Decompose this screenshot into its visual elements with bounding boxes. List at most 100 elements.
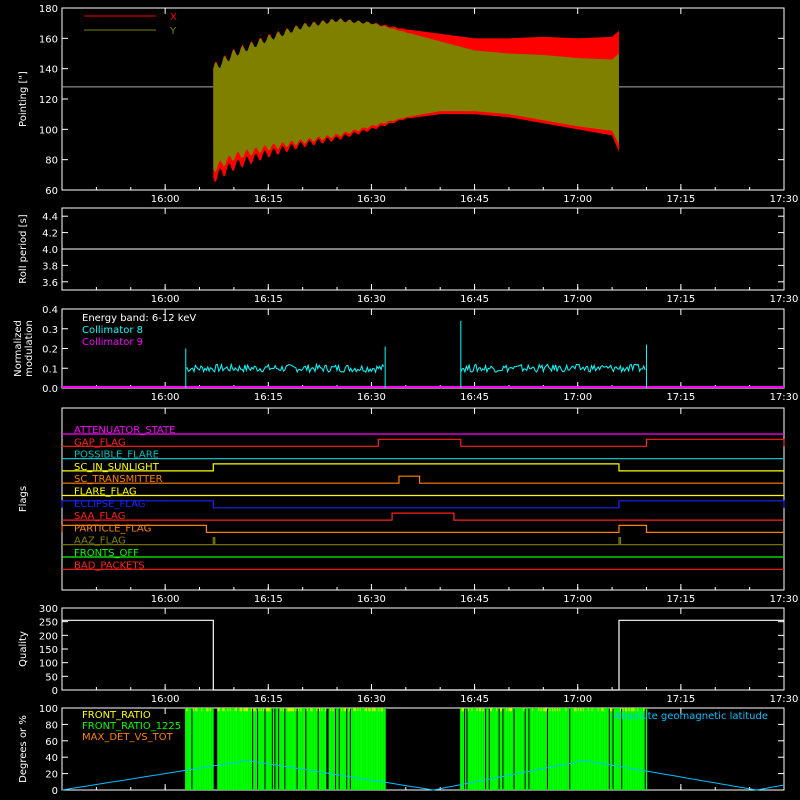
flag-label: PARTICLE_FLAG — [74, 523, 151, 534]
y-tick-label: 300 — [39, 604, 58, 615]
x-tick-label: 16:30 — [357, 694, 386, 705]
flag-label: POSSIBLE_FLARE — [74, 450, 159, 461]
y-axis-label: Roll period [s] — [18, 214, 29, 283]
y-tick-label: 60 — [45, 186, 58, 197]
flag-trace — [61, 524, 784, 534]
y-tick-label: 140 — [39, 65, 58, 76]
flag-trace — [62, 512, 784, 521]
flag-trace — [62, 438, 785, 447]
y-tick-label: 160 — [39, 34, 58, 45]
flag-label: SAA_FLAG — [74, 511, 125, 522]
x-tick-label: 16:15 — [254, 694, 283, 705]
legend-label: X — [170, 12, 177, 23]
flag-label: ATTENUATOR_STATE — [74, 425, 175, 436]
y-tick-label: 0.4 — [42, 305, 58, 316]
x-tick-label: 16:30 — [357, 392, 386, 403]
x-tick-label: 16:45 — [460, 194, 489, 205]
collimator-8-line — [185, 362, 385, 374]
x-tick-label: 16:00 — [151, 594, 180, 605]
x-tick-label: 17:15 — [666, 392, 695, 403]
x-tick-label: 16:00 — [151, 194, 180, 205]
flag-trace — [62, 475, 784, 484]
x-tick-label: 16:15 — [254, 392, 283, 403]
x-tick-label: 17:15 — [666, 194, 695, 205]
y-tick-label: 250 — [39, 618, 58, 629]
x-tick-label: 17:15 — [666, 294, 695, 305]
y-tick-label: 200 — [39, 631, 58, 642]
y-axis-label: modulation — [24, 320, 35, 377]
y-tick-label: 180 — [39, 4, 58, 15]
flag-label: SC_TRANSMITTER — [74, 474, 163, 485]
y-tick-label: 0.3 — [42, 325, 58, 336]
flag-label: BAD_PACKETS — [74, 560, 145, 571]
collimator-8-line — [460, 363, 646, 374]
flag-label: SC_IN_SUNLIGHT — [74, 462, 160, 473]
multi-panel-chart: 16:00 16:15 16:30 16:45 17:00 17:15 17:30 60 80 1… — [13, 4, 799, 797]
y-axis-label: Pointing ["] — [18, 71, 29, 127]
x-tick-label: 17:15 — [666, 594, 695, 605]
quality-line — [62, 619, 784, 691]
y-tick-label: 80 — [45, 720, 58, 731]
legend-label: FRONT_RATIO — [82, 710, 151, 721]
x-tick-label: 16:45 — [460, 694, 489, 705]
x-tick-label: 16:00 — [151, 392, 180, 403]
y-tick-label: 100 — [39, 659, 58, 670]
legend-label: MAX_DET_VS_TOT — [82, 732, 174, 743]
x-tick-label: 17:30 — [770, 294, 799, 305]
x-tick-label: 16:30 — [357, 194, 386, 205]
flag-label: FLARE_FLAG — [74, 487, 137, 498]
x-tick-label: 16:00 — [151, 294, 180, 305]
y-tick-label: 80 — [45, 156, 58, 167]
y-tick-label: 3.6 — [42, 278, 58, 289]
y-tick-label: 0 — [52, 686, 58, 697]
geomagnetic-latitude-line — [61, 759, 785, 791]
x-tick-label: 17:00 — [563, 392, 592, 403]
y-tick-label: 0 — [52, 786, 58, 797]
energy-band-annotation: Energy band: 6-12 keV — [82, 313, 196, 324]
flag-label: FRONTS_OFF — [74, 548, 139, 559]
y-tick-label: 4.2 — [42, 229, 58, 240]
y-tick-label: 0.1 — [42, 364, 58, 375]
legend-label: FRONT_RATIO_1225 — [82, 721, 181, 732]
y-axis-label: Quality — [18, 631, 29, 667]
flag-trace — [62, 463, 784, 472]
x-tick-label: 17:00 — [563, 694, 592, 705]
y-tick-label: 4.4 — [42, 212, 58, 223]
x-tick-label: 17:00 — [563, 594, 592, 605]
x-tick-label: 17:30 — [770, 694, 799, 705]
y-tick-label: 0.2 — [42, 345, 58, 356]
x-tick-label: 17:30 — [770, 392, 799, 403]
x-tick-label: 17:15 — [666, 694, 695, 705]
y-tick-label: 100 — [39, 704, 58, 715]
y-tick-label: 120 — [39, 95, 58, 106]
x-tick-label: 16:45 — [460, 392, 489, 403]
x-tick-label: 16:15 — [254, 194, 283, 205]
x-tick-label: 16:30 — [357, 294, 386, 305]
side-legend-label: Absolute geomagnetic latitude — [614, 711, 768, 722]
flag-label: ECLIPSE_FLAG — [74, 499, 145, 510]
x-tick-label: 17:00 — [563, 294, 592, 305]
flag-trace — [61, 500, 785, 509]
x-tick-label: 17:30 — [770, 194, 799, 205]
x-tick-label: 16:15 — [254, 594, 283, 605]
y-tick-label: 20 — [45, 770, 58, 781]
y-axis-label: Flags — [18, 486, 29, 512]
x-tick-label: 17:00 — [563, 194, 592, 205]
y-tick-label: 100 — [39, 125, 58, 136]
legend-label: Collimator 9 — [82, 337, 143, 348]
flag-trace — [62, 537, 784, 546]
y-tick-label: 40 — [45, 753, 58, 764]
y-tick-label: 150 — [39, 645, 58, 656]
x-tick-label: 16:45 — [460, 594, 489, 605]
x-tick-label: 16:45 — [460, 294, 489, 305]
y-tick-label: 50 — [45, 672, 58, 683]
y-tick-label: 60 — [45, 737, 58, 748]
y-axis-label: Degrees or % — [18, 715, 29, 783]
y-tick-label: 3.8 — [42, 261, 58, 272]
flag-label: AAZ_FLAG — [74, 536, 126, 547]
x-tick-label: 17:30 — [770, 594, 799, 605]
x-tick-label: 16:15 — [254, 294, 283, 305]
y-tick-label: 0.0 — [42, 384, 58, 395]
y-axis-label: Normalized — [13, 320, 24, 377]
x-tick-label: 16:00 — [151, 694, 180, 705]
